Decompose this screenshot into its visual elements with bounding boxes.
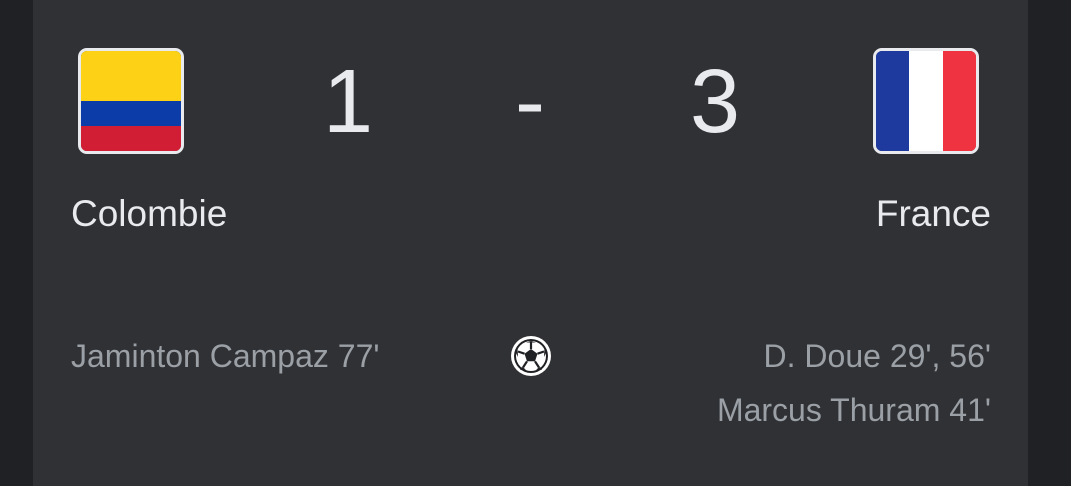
match-score-card: 1 - 3 Colombie France Jaminton Campaz 77… [33, 0, 1028, 486]
home-team-name[interactable]: Colombie [71, 192, 227, 236]
home-scorer: Jaminton Campaz 77' [71, 338, 380, 374]
score-separator: - [515, 52, 545, 152]
away-scorer: Marcus Thuram 41' [716, 392, 991, 428]
away-scorer: D. Doue 29', 56' [763, 338, 991, 374]
france-flag-icon [873, 48, 979, 154]
home-score: 1 [322, 52, 374, 152]
away-team-name[interactable]: France [876, 192, 991, 236]
soccer-ball-icon [511, 336, 551, 376]
home-scorers-list: Jaminton Campaz 77' [71, 329, 379, 383]
away-scorers-list: D. Doue 29', 56' Marcus Thuram 41' [717, 329, 991, 437]
away-score: 3 [689, 52, 741, 152]
colombia-flag-icon [78, 48, 184, 154]
